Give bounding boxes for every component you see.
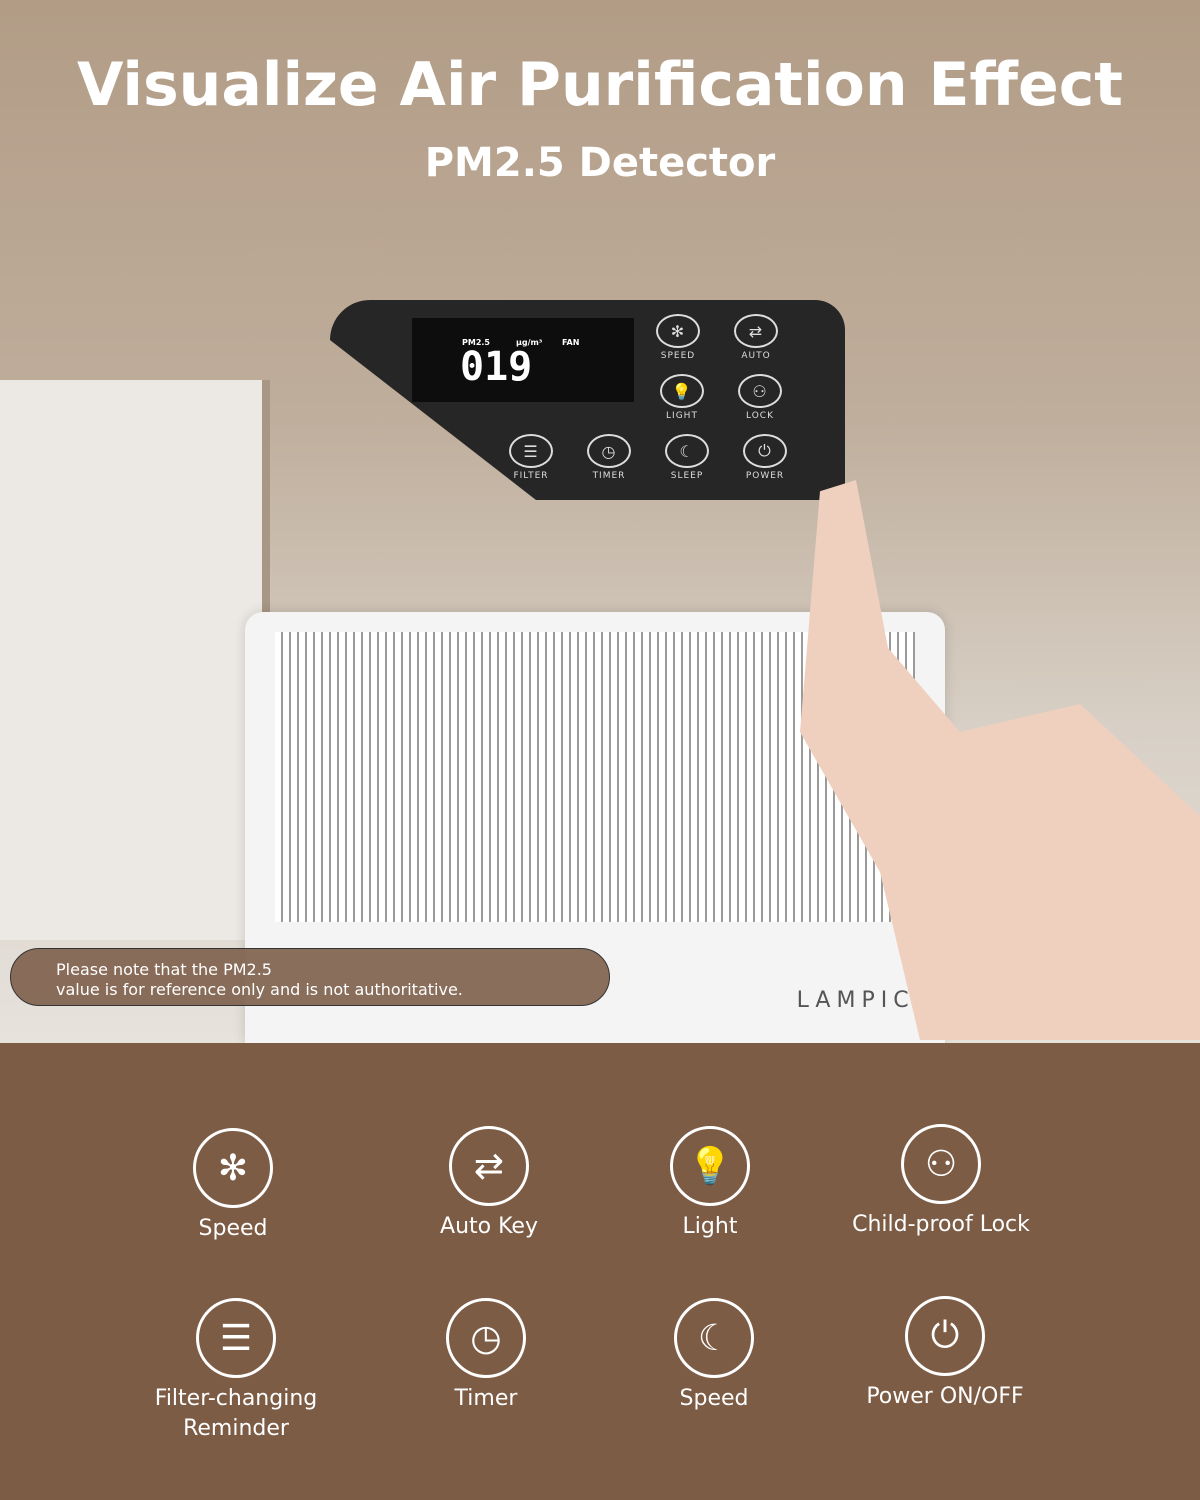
- button-label: LOCK: [746, 411, 774, 421]
- fan-label: FAN: [562, 338, 580, 347]
- sleep-button[interactable]: ☾ SLEEP: [663, 434, 711, 481]
- user-lock-icon: ⚇: [901, 1124, 981, 1204]
- feature-label: Speed: [198, 1216, 268, 1241]
- feature-light: 💡 Light: [580, 1126, 840, 1242]
- pm25-reading: 019: [460, 344, 533, 390]
- auto-cycle-icon: ⇄: [734, 314, 778, 348]
- button-label: TIMER: [592, 471, 626, 481]
- control-panel: PM2.5 μg/m³ FAN 019 ✻ SPEED ⇄ AUTO 💡 LIGHT …: [330, 300, 845, 500]
- feature-label: Timer: [454, 1386, 518, 1411]
- auto-button[interactable]: ⇄ AUTO: [732, 314, 780, 361]
- light-bulb-icon: 💡: [670, 1126, 750, 1206]
- light-button[interactable]: 💡 LIGHT: [658, 374, 706, 421]
- fan-icon: ✻: [193, 1128, 273, 1208]
- filter-button[interactable]: ☰ FILTER: [507, 434, 555, 481]
- light-bulb-icon: 💡: [660, 374, 704, 408]
- feature-filter: ☰ Filter-changing Reminder: [106, 1298, 366, 1444]
- sleep-moon-icon: ☾: [674, 1298, 754, 1378]
- clock-icon: ◷: [587, 434, 631, 468]
- note-line: Please note that the PM2.5: [56, 960, 272, 979]
- subheadline: PM2.5 Detector: [424, 140, 776, 186]
- lock-button[interactable]: ⚇ LOCK: [736, 374, 784, 421]
- feature-label: Speed: [679, 1386, 749, 1411]
- product-hero: Visualize Air Purification Effect PM2.5 …: [0, 0, 1200, 1043]
- sleep-moon-icon: ☾: [665, 434, 709, 468]
- auto-cycle-icon: ⇄: [449, 1126, 529, 1206]
- feature-timer: ◷ Timer: [356, 1298, 616, 1414]
- feature-child-lock: ⚇ Child-proof Lock: [811, 1124, 1071, 1240]
- filter-icon: ☰: [196, 1298, 276, 1378]
- button-label: SLEEP: [670, 471, 704, 481]
- feature-speed: ✻ Speed: [103, 1128, 363, 1244]
- note-line: value is for reference only and is not a…: [56, 980, 463, 999]
- timer-button[interactable]: ◷ TIMER: [585, 434, 633, 481]
- button-label: POWER: [745, 471, 785, 481]
- disclaimer-note: Please note that the PM2.5 value is for …: [10, 948, 610, 1006]
- feature-power: ⏻ Power ON/OFF: [815, 1296, 1075, 1412]
- power-button[interactable]: ⏻ POWER: [741, 434, 789, 481]
- button-label: AUTO: [741, 351, 771, 361]
- speed-button[interactable]: ✻ SPEED: [654, 314, 702, 361]
- pm25-display: PM2.5 μg/m³ FAN 019: [412, 318, 634, 402]
- user-lock-icon: ⚇: [738, 374, 782, 408]
- button-label: LIGHT: [666, 411, 698, 421]
- button-label: SPEED: [660, 351, 696, 361]
- feature-label: Filter-changing Reminder: [154, 1386, 318, 1441]
- filter-icon: ☰: [509, 434, 553, 468]
- clock-icon: ◷: [446, 1298, 526, 1378]
- button-label: FILTER: [513, 471, 549, 481]
- feature-sleep: ☾ Speed: [584, 1298, 844, 1414]
- power-icon: ⏻: [905, 1296, 985, 1376]
- headline: Visualize Air Purification Effect: [77, 50, 1123, 120]
- background-window: [0, 380, 270, 940]
- fan-icon: ✻: [656, 314, 700, 348]
- power-icon: ⏻: [743, 434, 787, 468]
- feature-label: Light: [682, 1214, 738, 1239]
- feature-label: Power ON/OFF: [866, 1384, 1024, 1409]
- feature-label: Child-proof Lock: [852, 1212, 1030, 1237]
